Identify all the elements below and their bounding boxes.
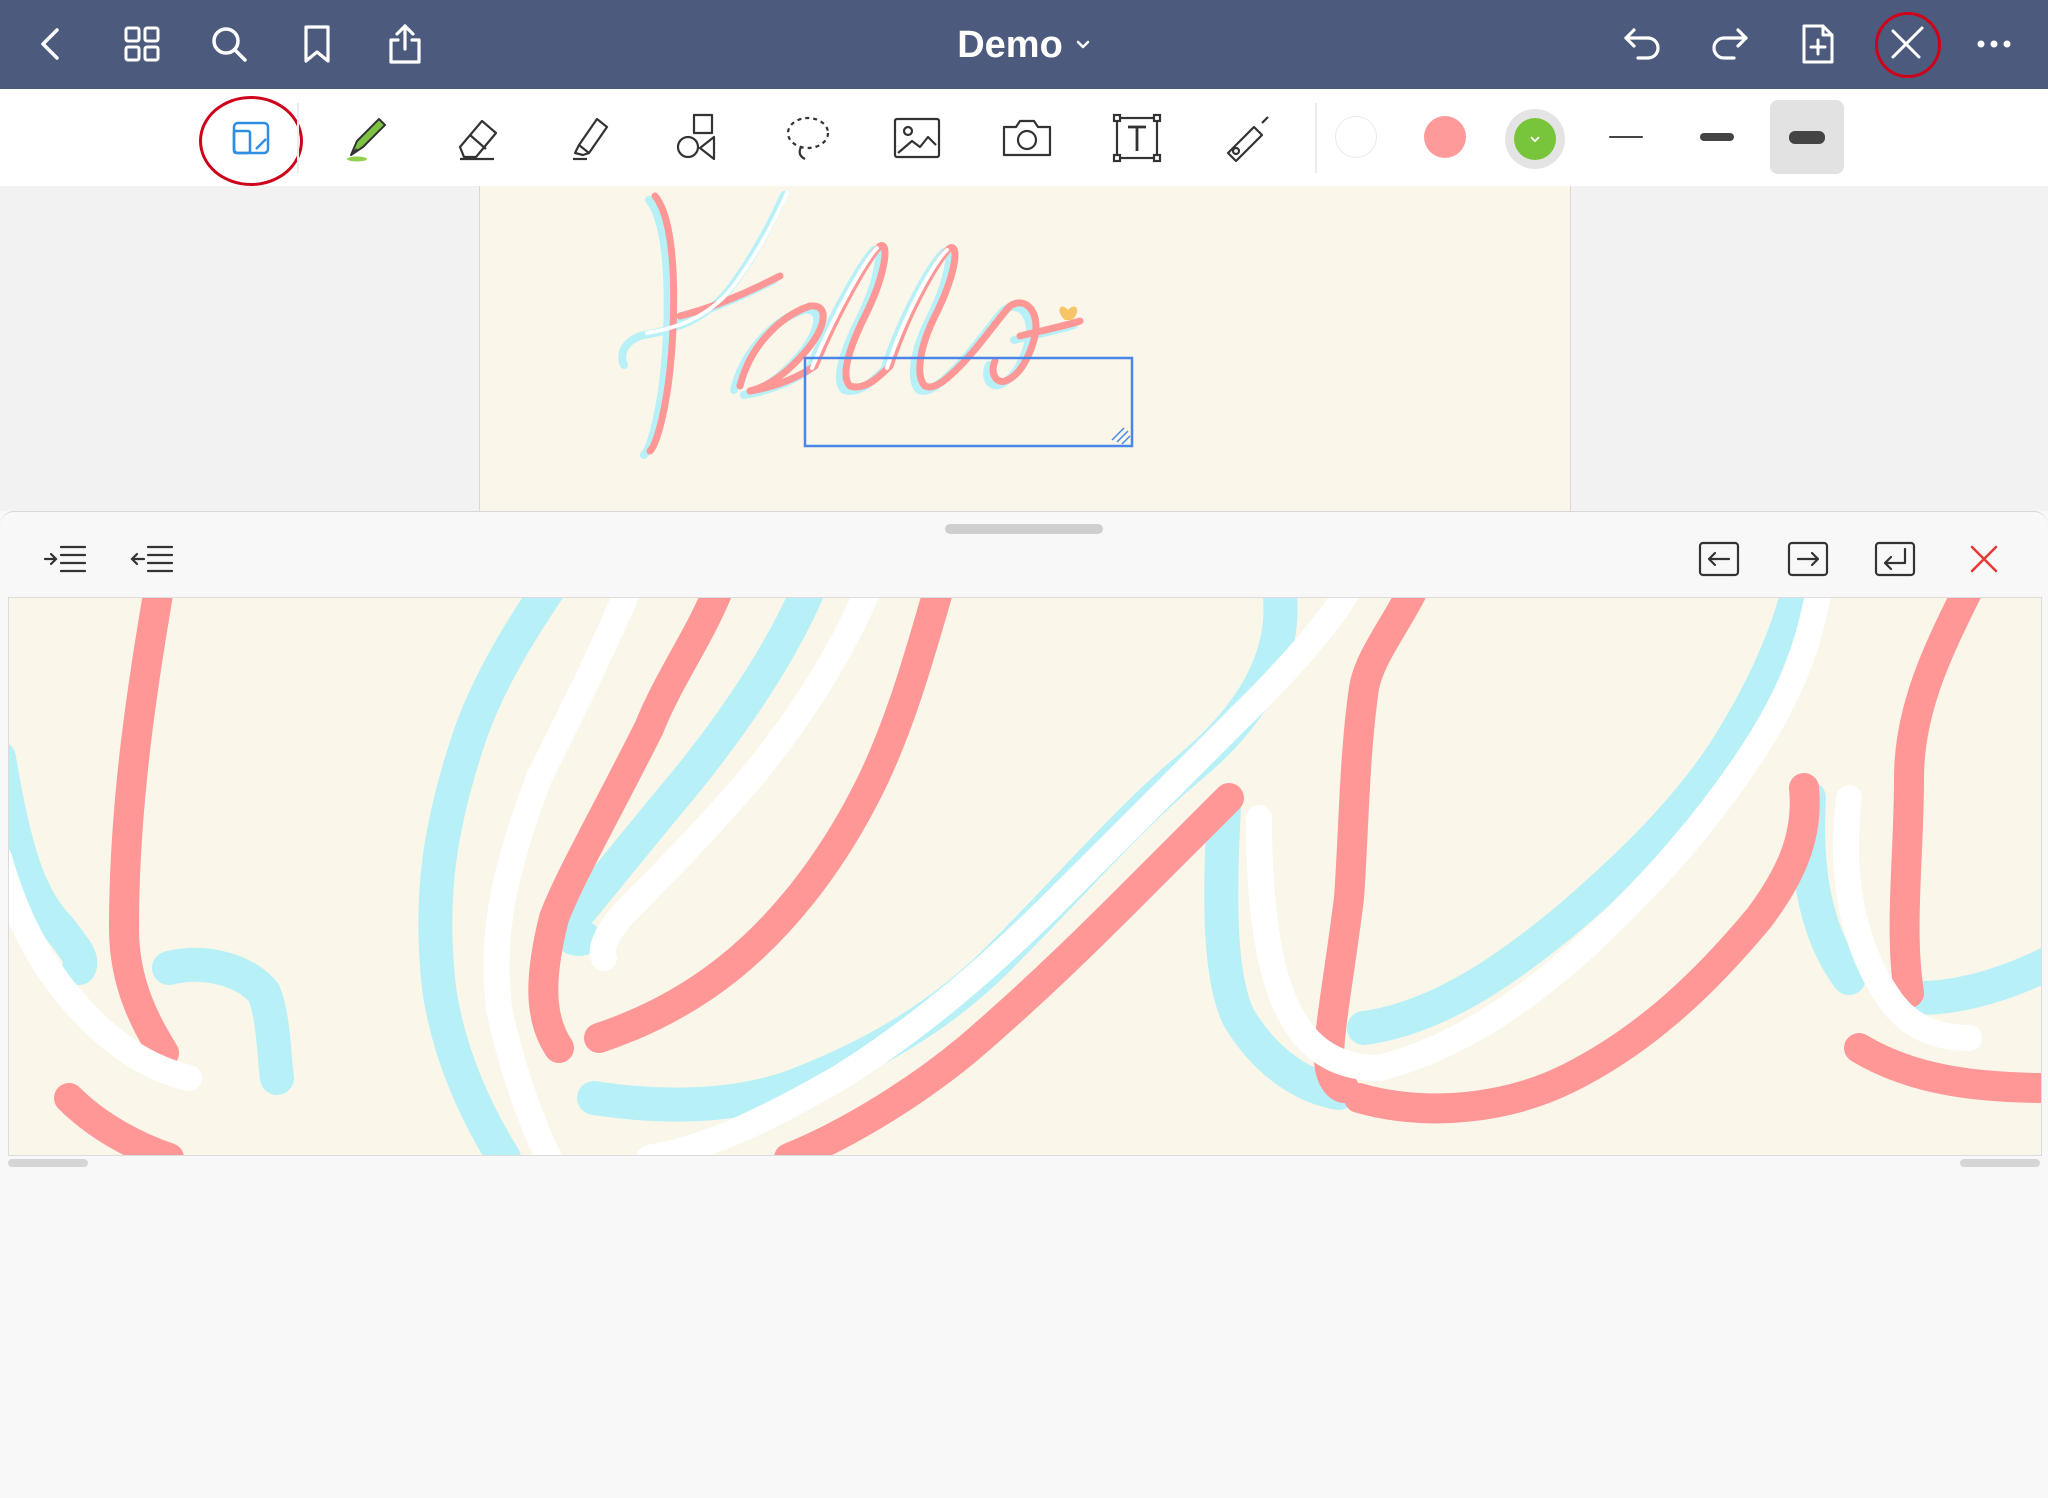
redo-icon	[1712, 28, 1748, 60]
note-page[interactable]	[479, 186, 1571, 511]
move-left-icon	[1698, 541, 1740, 577]
highlighter-tool[interactable]	[552, 103, 624, 173]
move-right-icon	[1787, 541, 1829, 577]
thumbnails-button[interactable]	[112, 14, 172, 74]
color-swatch-pink[interactable]	[1424, 116, 1466, 158]
highlighter-icon	[573, 117, 609, 161]
outdent-icon	[130, 545, 174, 573]
close-icon	[1970, 545, 1998, 573]
camera-icon	[1002, 119, 1052, 157]
zoomed-handwriting	[9, 598, 2041, 1155]
zoom-scroll-left-handle[interactable]	[8, 1159, 88, 1167]
search-button[interactable]	[199, 14, 259, 74]
back-icon	[41, 28, 59, 60]
color-swatch-green-selected[interactable]	[1505, 109, 1565, 169]
grid-icon	[124, 26, 160, 62]
move-left-button[interactable]	[1689, 530, 1749, 588]
close-zoom-button[interactable]	[1954, 530, 2014, 588]
zoom-window-tool[interactable]	[215, 103, 287, 173]
stroke-width-thin-preview	[1609, 136, 1643, 138]
stroke-width-medium-preview	[1700, 133, 1734, 141]
pen-mode-toggle-button[interactable]	[1876, 14, 1936, 74]
more-icon	[1977, 40, 2011, 48]
toolbar-divider	[1315, 103, 1317, 173]
lasso-icon	[786, 116, 830, 160]
new-line-button[interactable]	[1865, 530, 1925, 588]
stroke-width-thin[interactable]	[1589, 100, 1663, 174]
shapes-icon	[676, 113, 716, 161]
canvas-area[interactable]	[0, 186, 2048, 511]
top-navigation-bar: Demo	[0, 0, 2048, 89]
zoom-selection-box[interactable]	[803, 356, 1134, 448]
zoom-writing-area[interactable]	[8, 597, 2042, 1156]
add-page-icon	[1802, 24, 1834, 64]
bookmark-icon	[304, 25, 330, 63]
toolbar-divider	[297, 103, 299, 173]
color-swatch-white[interactable]	[1335, 116, 1377, 158]
share-button[interactable]	[375, 14, 435, 74]
panel-grabber-handle[interactable]	[945, 524, 1103, 534]
bookmark-button[interactable]	[287, 14, 347, 74]
image-tool[interactable]	[881, 103, 953, 173]
text-icon	[1112, 113, 1162, 163]
image-icon	[893, 117, 941, 159]
more-button[interactable]	[1964, 14, 2024, 74]
stroke-width-medium[interactable]	[1680, 100, 1754, 174]
pen-icon	[347, 118, 386, 162]
indent-button[interactable]	[35, 530, 95, 588]
redo-button[interactable]	[1700, 14, 1760, 74]
document-title-button[interactable]: Demo	[940, 18, 1110, 72]
back-button[interactable]	[22, 14, 82, 74]
pen-tool[interactable]	[330, 103, 402, 173]
search-icon	[212, 27, 247, 62]
outdent-button[interactable]	[122, 530, 182, 588]
zoom-scroll-right-handle[interactable]	[1960, 1159, 2040, 1167]
camera-tool[interactable]	[991, 103, 1063, 173]
laser-icon	[1226, 116, 1269, 163]
new-line-icon	[1874, 541, 1916, 577]
zoom-writing-panel	[0, 511, 2048, 1498]
pen-close-icon	[1891, 26, 1924, 59]
eraser-icon	[458, 119, 498, 161]
heart-doodle	[1059, 306, 1078, 320]
eraser-tool[interactable]	[441, 103, 513, 173]
lasso-tool[interactable]	[772, 103, 844, 173]
document-title: Demo	[957, 23, 1063, 66]
undo-button[interactable]	[1612, 14, 1672, 74]
share-icon	[389, 24, 421, 64]
shapes-tool[interactable]	[663, 103, 735, 173]
move-right-button[interactable]	[1778, 530, 1838, 588]
chevron-down-icon	[1076, 40, 1090, 49]
color-swatch-green	[1514, 118, 1556, 160]
text-tool[interactable]	[1101, 103, 1173, 173]
chevron-down-icon	[1530, 136, 1540, 143]
undo-icon	[1624, 28, 1660, 60]
zoom-window-icon	[232, 121, 270, 155]
stroke-width-thick-selected[interactable]	[1770, 100, 1844, 174]
handwriting-hello	[618, 191, 1134, 459]
add-page-button[interactable]	[1788, 14, 1848, 74]
zoom-resize-handle[interactable]	[1111, 427, 1131, 445]
stroke-width-thick-preview	[1789, 130, 1825, 144]
laser-pointer-tool[interactable]	[1211, 103, 1283, 173]
indent-icon	[43, 545, 87, 573]
tool-bar	[0, 89, 2048, 187]
